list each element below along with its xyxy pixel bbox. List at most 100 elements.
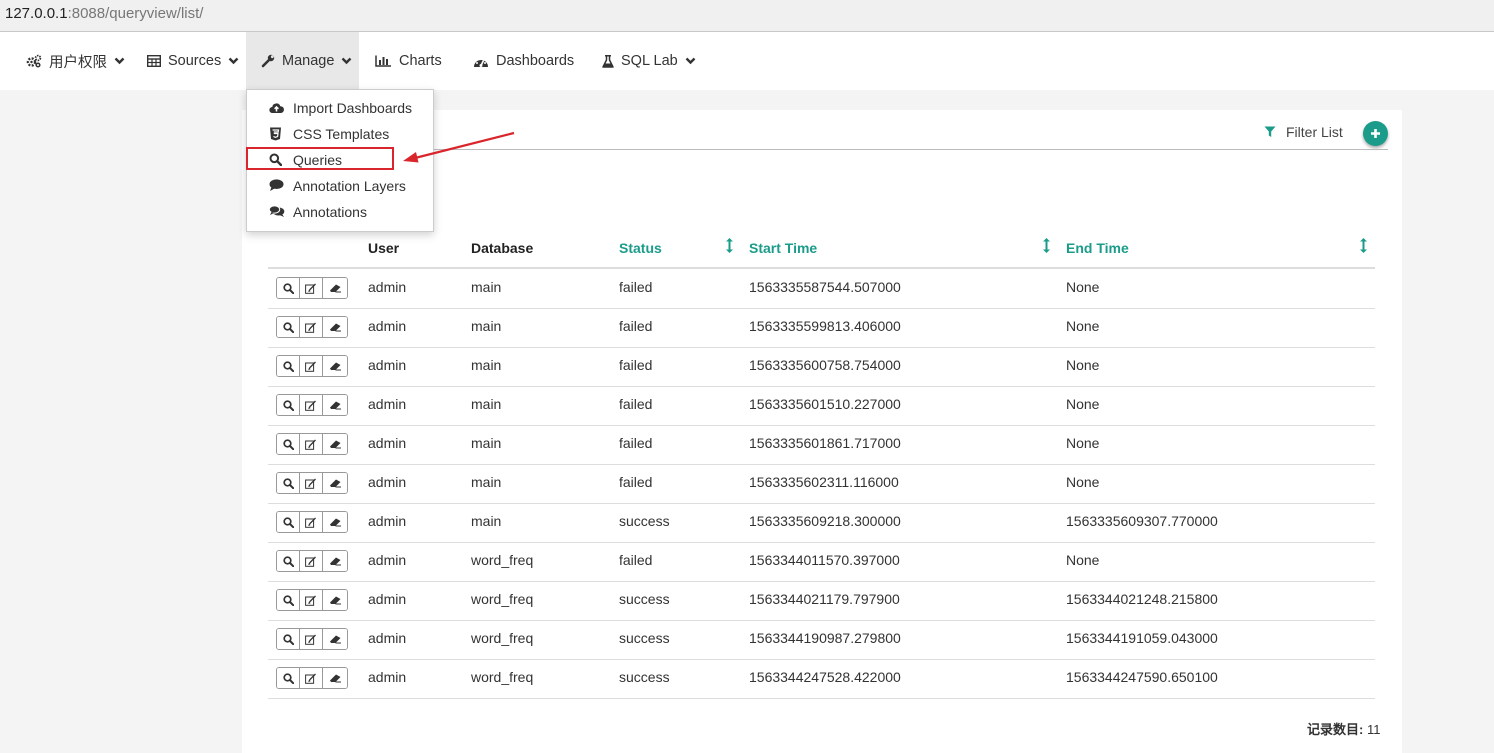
cell-database: main <box>471 513 502 529</box>
chevron-down-icon <box>114 57 125 65</box>
search-icon <box>282 399 294 411</box>
eraser-icon <box>329 634 342 644</box>
menu-item-label: Annotations <box>293 204 367 220</box>
table-row: admin word_freq success 1563344247528.42200… <box>268 659 1375 699</box>
flask-icon <box>602 54 614 68</box>
nav-manage-menu[interactable]: Manage <box>246 32 359 90</box>
cell-end-time: None <box>1066 474 1100 490</box>
edit-query-button[interactable] <box>300 512 323 532</box>
cell-user: admin <box>368 396 407 412</box>
cell-start-time: 1563344021179.797900 <box>749 591 900 607</box>
menu-item-import-dashboards[interactable]: Import Dashboards <box>247 95 433 121</box>
cell-start-time: 1563335601861.717000 <box>749 435 901 451</box>
show-query-button[interactable] <box>277 356 300 376</box>
delete-query-button[interactable] <box>323 356 347 376</box>
edit-query-button[interactable] <box>300 668 323 688</box>
edit-query-button[interactable] <box>300 590 323 610</box>
delete-query-button[interactable] <box>323 512 347 532</box>
row-actions <box>276 355 348 377</box>
add-record-button[interactable] <box>1363 121 1388 146</box>
show-query-button[interactable] <box>277 629 300 649</box>
cell-status: failed <box>619 357 653 373</box>
cell-user: admin <box>368 474 407 490</box>
show-query-button[interactable] <box>277 278 300 298</box>
cell-user: admin <box>368 318 407 334</box>
delete-query-button[interactable] <box>323 590 347 610</box>
show-query-button[interactable] <box>277 590 300 610</box>
cell-user: admin <box>368 552 407 568</box>
edit-query-button[interactable] <box>300 434 323 454</box>
show-query-button[interactable] <box>277 473 300 493</box>
delete-query-button[interactable] <box>323 473 347 493</box>
delete-query-button[interactable] <box>323 551 347 571</box>
show-query-button[interactable] <box>277 317 300 337</box>
nav-sqllab-menu[interactable]: SQL Lab <box>602 32 696 90</box>
edit-icon <box>305 517 317 528</box>
edit-query-button[interactable] <box>300 317 323 337</box>
edit-icon <box>305 283 317 294</box>
cell-database: word_freq <box>471 552 534 568</box>
column-header-end-time[interactable]: End Time <box>1066 240 1129 256</box>
cell-database: main <box>471 318 502 334</box>
eraser-icon <box>329 673 342 683</box>
cell-user: admin <box>368 669 407 685</box>
edit-query-button[interactable] <box>300 473 323 493</box>
sort-start-time-icon[interactable] <box>1043 238 1050 256</box>
row-actions <box>276 316 348 338</box>
edit-query-button[interactable] <box>300 356 323 376</box>
delete-query-button[interactable] <box>323 395 347 415</box>
cell-user: admin <box>368 591 407 607</box>
cell-status: success <box>619 513 670 529</box>
edit-query-button[interactable] <box>300 395 323 415</box>
eraser-icon <box>329 478 342 488</box>
css3-icon <box>269 127 282 144</box>
edit-query-button[interactable] <box>300 278 323 298</box>
edit-query-button[interactable] <box>300 551 323 571</box>
menu-item-annotations[interactable]: Annotations <box>247 199 433 225</box>
url-text[interactable]: 127.0.0.1:8088/queryview/list/ <box>5 5 203 22</box>
nav-charts-link[interactable]: Charts <box>375 32 442 90</box>
cell-status: failed <box>619 396 653 412</box>
bar-chart-icon <box>375 55 392 67</box>
delete-query-button[interactable] <box>323 317 347 337</box>
nav-dashboards-link[interactable]: Dashboards <box>473 32 574 90</box>
table-row: admin word_freq success 1563344021179.79790… <box>268 581 1375 621</box>
nav-dashboards-label: Dashboards <box>496 53 575 69</box>
edit-query-button[interactable] <box>300 629 323 649</box>
delete-query-button[interactable] <box>323 668 347 688</box>
column-header-status[interactable]: Status <box>619 240 662 256</box>
row-actions <box>276 628 348 650</box>
chevron-down-icon <box>685 57 696 65</box>
show-query-button[interactable] <box>277 551 300 571</box>
column-header-database: Database <box>471 240 534 256</box>
nav-security-menu[interactable]: 用户权限 <box>26 32 125 90</box>
filter-list-button[interactable]: Filter List <box>1264 124 1343 140</box>
sort-status-icon[interactable] <box>726 238 733 256</box>
cell-start-time: 1563335587544.507000 <box>749 279 901 295</box>
show-query-button[interactable] <box>277 668 300 688</box>
show-query-button[interactable] <box>277 395 300 415</box>
show-query-button[interactable] <box>277 512 300 532</box>
delete-query-button[interactable] <box>323 434 347 454</box>
annotation-highlight-box <box>246 147 394 170</box>
nav-sources-menu[interactable]: Sources <box>147 32 239 90</box>
nav-security-label: 用户权限 <box>49 54 107 71</box>
chevron-down-icon <box>228 57 239 65</box>
cell-end-time: 1563335609307.770000 <box>1066 513 1218 529</box>
row-actions <box>276 589 348 611</box>
edit-icon <box>305 439 317 450</box>
search-icon <box>282 282 294 294</box>
delete-query-button[interactable] <box>323 629 347 649</box>
menu-item-annotation-layers[interactable]: Annotation Layers <box>247 173 433 199</box>
sort-end-time-icon[interactable] <box>1360 238 1367 256</box>
edit-icon <box>305 556 317 567</box>
delete-query-button[interactable] <box>323 278 347 298</box>
row-actions <box>276 433 348 455</box>
cell-status: failed <box>619 474 653 490</box>
browser-url-bar[interactable]: 127.0.0.1:8088/queryview/list/ <box>0 0 1494 32</box>
cell-database: word_freq <box>471 630 534 646</box>
cell-end-time: 1563344247590.650100 <box>1066 669 1218 685</box>
show-query-button[interactable] <box>277 434 300 454</box>
cell-database: main <box>471 474 502 490</box>
column-header-start-time[interactable]: Start Time <box>749 240 817 256</box>
